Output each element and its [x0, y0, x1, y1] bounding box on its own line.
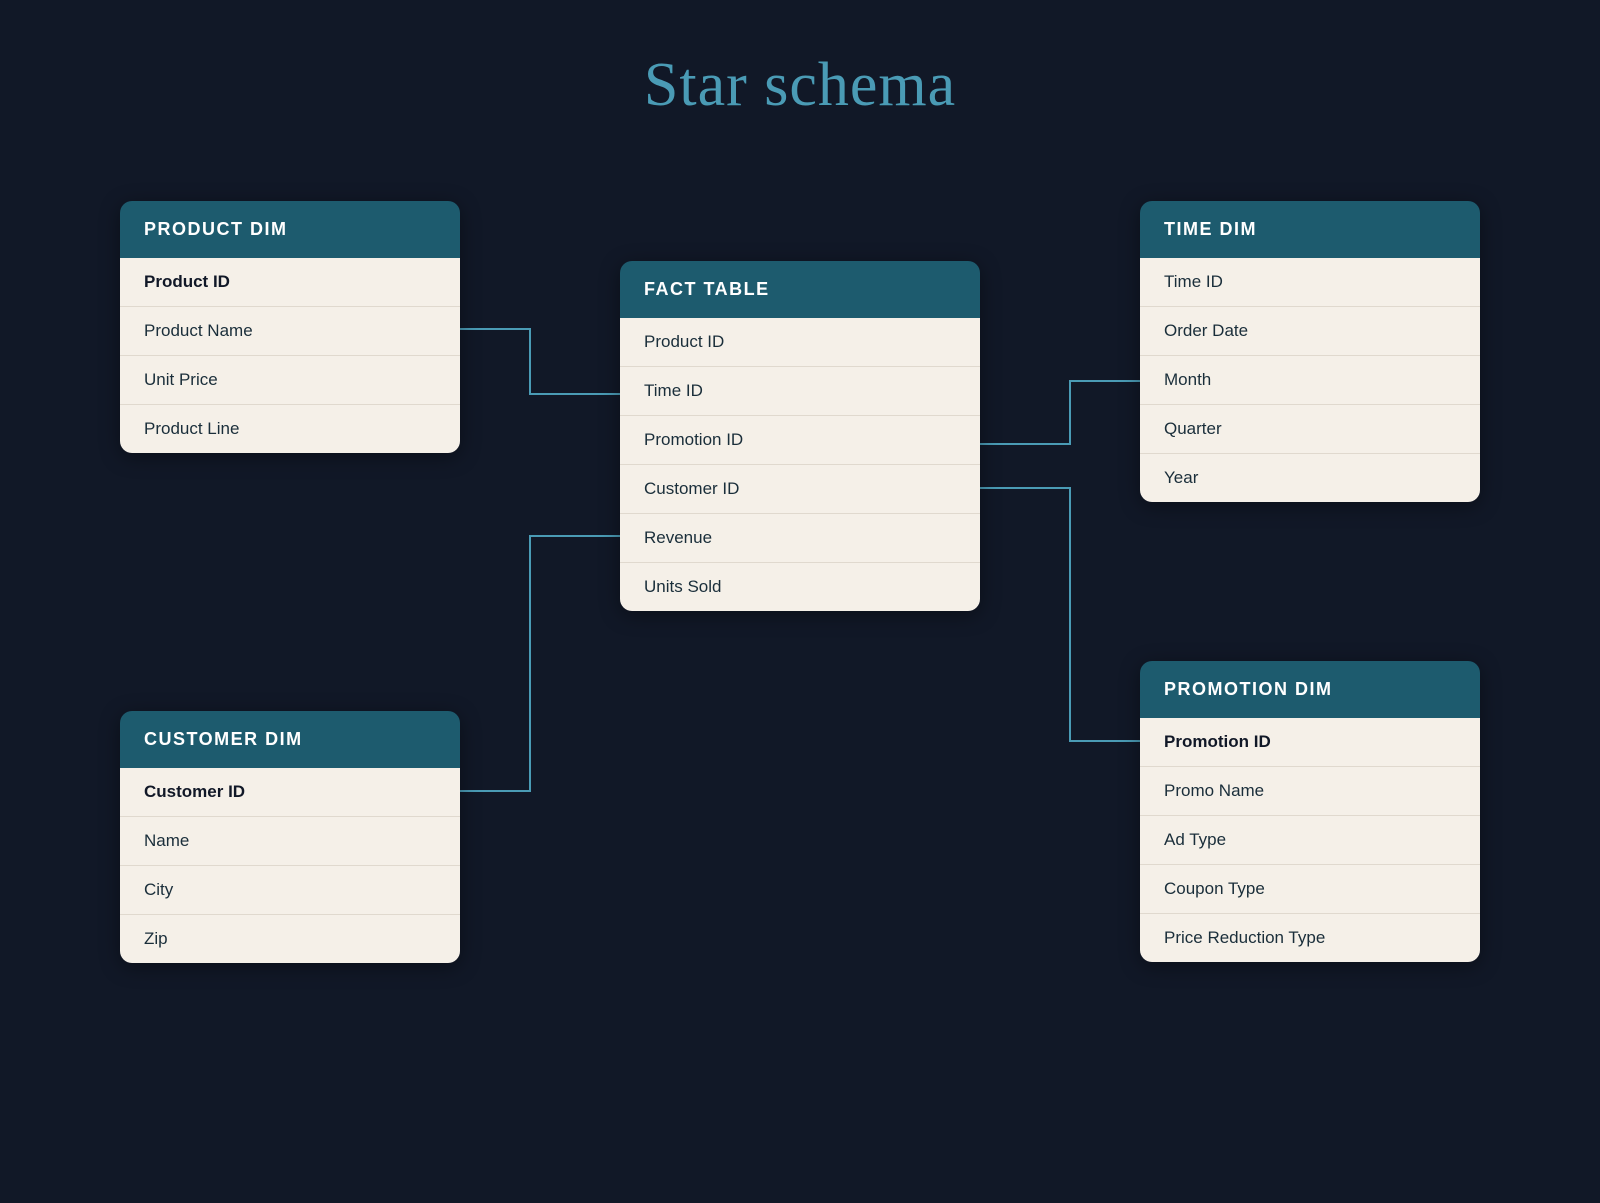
table-row: Price Reduction Type	[1140, 914, 1480, 962]
table-row: Promotion ID	[1140, 718, 1480, 767]
table-row: Ad Type	[1140, 816, 1480, 865]
fact-table: FACT TABLE Product ID Time ID Promotion …	[620, 261, 980, 611]
table-row: Zip	[120, 915, 460, 963]
promotion-dim-table: PROMOTION DIM Promotion ID Promo Name Ad…	[1140, 661, 1480, 962]
time-dim-title: TIME DIM	[1164, 219, 1257, 239]
table-row: Name	[120, 817, 460, 866]
customer-dim-body: Customer ID Name City Zip	[120, 768, 460, 963]
table-row: Product Name	[120, 307, 460, 356]
table-row: Time ID	[620, 367, 980, 416]
customer-dim-header: CUSTOMER DIM	[120, 711, 460, 768]
table-row: Customer ID	[120, 768, 460, 817]
fact-table-title: FACT TABLE	[644, 279, 770, 299]
table-row: Product ID	[120, 258, 460, 307]
table-row: Promo Name	[1140, 767, 1480, 816]
customer-dim-table: CUSTOMER DIM Customer ID Name City Zip	[120, 711, 460, 963]
promotion-dim-body: Promotion ID Promo Name Ad Type Coupon T…	[1140, 718, 1480, 962]
page-title: Star schema	[644, 50, 956, 121]
table-row: City	[120, 866, 460, 915]
product-dim-body: Product ID Product Name Unit Price Produ…	[120, 258, 460, 453]
table-row: Promotion ID	[620, 416, 980, 465]
table-row: Product Line	[120, 405, 460, 453]
time-dim-table: TIME DIM Time ID Order Date Month Quarte…	[1140, 201, 1480, 502]
table-row: Quarter	[1140, 405, 1480, 454]
time-dim-header: TIME DIM	[1140, 201, 1480, 258]
table-row: Time ID	[1140, 258, 1480, 307]
diagram-container: PRODUCT DIM Product ID Product Name Unit…	[100, 181, 1500, 1161]
table-row: Revenue	[620, 514, 980, 563]
product-dim-title: PRODUCT DIM	[144, 219, 288, 239]
promotion-dim-title: PROMOTION DIM	[1164, 679, 1333, 699]
customer-dim-title: CUSTOMER DIM	[144, 729, 303, 749]
fact-table-body: Product ID Time ID Promotion ID Customer…	[620, 318, 980, 611]
table-row: Order Date	[1140, 307, 1480, 356]
product-dim-table: PRODUCT DIM Product ID Product Name Unit…	[120, 201, 460, 453]
fact-table-header: FACT TABLE	[620, 261, 980, 318]
product-dim-header: PRODUCT DIM	[120, 201, 460, 258]
table-row: Units Sold	[620, 563, 980, 611]
table-row: Month	[1140, 356, 1480, 405]
promotion-dim-header: PROMOTION DIM	[1140, 661, 1480, 718]
table-row: Customer ID	[620, 465, 980, 514]
table-row: Product ID	[620, 318, 980, 367]
time-dim-body: Time ID Order Date Month Quarter Year	[1140, 258, 1480, 502]
table-row: Coupon Type	[1140, 865, 1480, 914]
table-row: Unit Price	[120, 356, 460, 405]
table-row: Year	[1140, 454, 1480, 502]
